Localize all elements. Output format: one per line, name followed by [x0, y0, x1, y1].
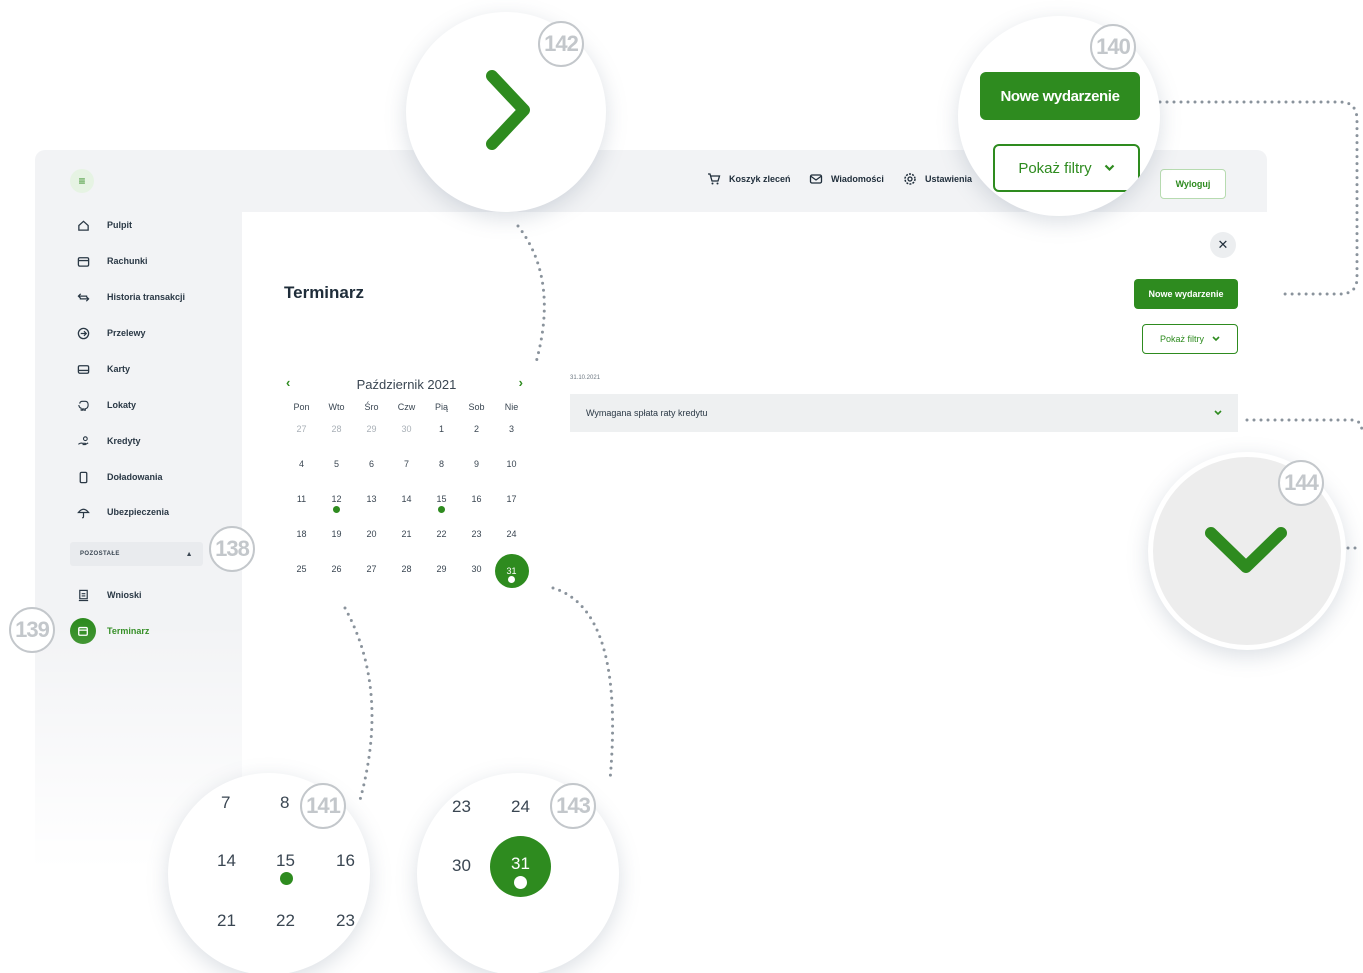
event-dot: [514, 876, 527, 889]
callout-badge: 139: [9, 607, 55, 653]
zoom-selected-day: 31: [490, 836, 551, 897]
callout-badge: 140: [1090, 24, 1136, 70]
callout-badge: 144: [1278, 460, 1324, 506]
zoom-show-filters-button: Pokaż filtry: [993, 144, 1140, 192]
zoom-day: 30: [452, 856, 471, 875]
zoom-day: 7: [221, 793, 231, 812]
zoom-day: 23: [336, 911, 355, 930]
zoom-selected-day-number: 31: [511, 854, 530, 873]
chevron-right-icon: [486, 70, 530, 150]
zoom-day: 8: [280, 793, 290, 812]
callout-badge: 141: [300, 783, 346, 829]
zoom-day: 22: [276, 911, 295, 930]
zoom-show-filters-label: Pokaż filtry: [1018, 159, 1092, 177]
zoom-new-event-button: Nowe wydarzenie: [980, 72, 1140, 120]
zoom-day: 24: [511, 797, 530, 816]
callout-badge: 138: [209, 526, 255, 572]
zoom-day: 15: [276, 851, 295, 870]
zoom-day: 16: [336, 851, 355, 870]
chevron-down-icon: [1205, 527, 1287, 573]
zoom-day: 21: [217, 911, 236, 930]
callout-badge: 142: [538, 21, 584, 67]
zoom-day: 23: [452, 797, 471, 816]
zoom-day: 14: [217, 851, 236, 870]
chevron-down-icon: [1104, 164, 1114, 172]
callout-badge: 143: [550, 783, 596, 829]
event-dot: [280, 872, 293, 885]
